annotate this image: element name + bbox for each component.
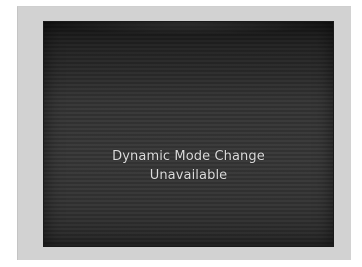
status-message-line-2: Unavailable	[149, 168, 228, 183]
status-message: Dynamic Mode Change Unavailable	[44, 147, 333, 185]
status-message-line-1: Dynamic Mode Change	[112, 149, 265, 164]
instrument-display-screen: Dynamic Mode Change Unavailable	[43, 21, 334, 247]
screen-top-shading	[44, 22, 333, 102]
